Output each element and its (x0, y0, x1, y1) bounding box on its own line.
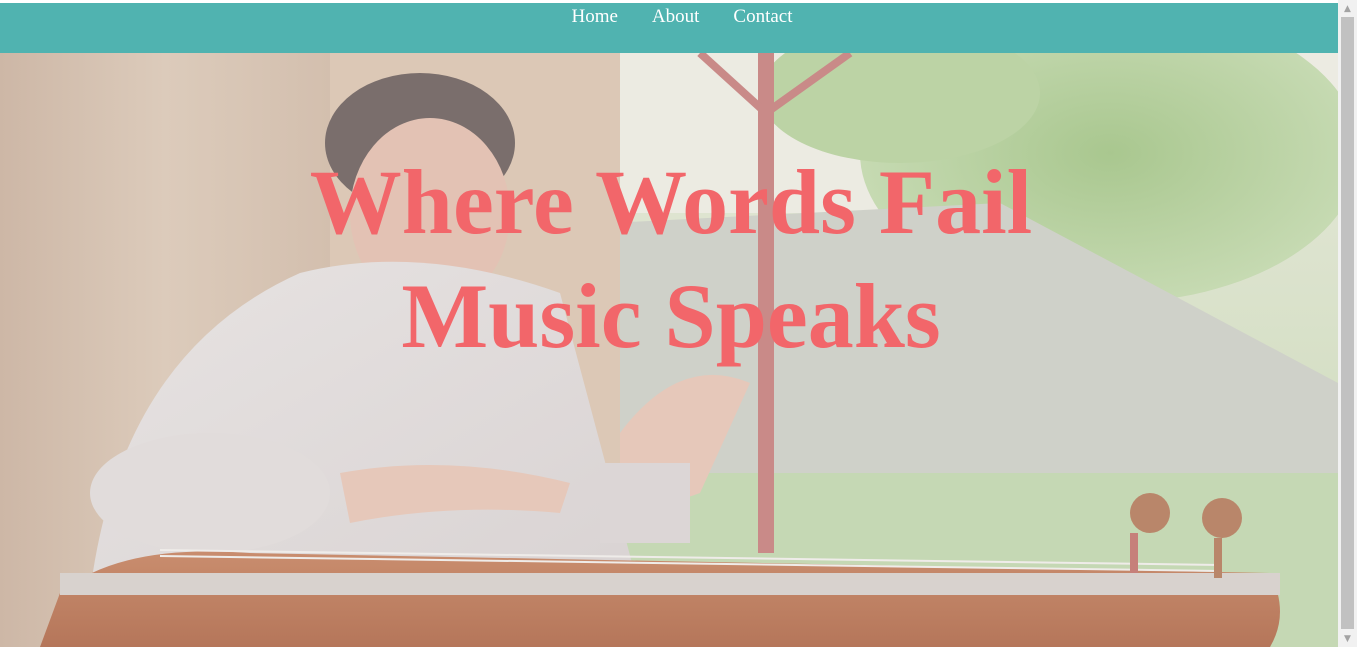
nav-links: Home About Contact (0, 3, 1338, 28)
hero-section: Where Words Fail Music Speaks (0, 53, 1338, 647)
hero-title: Where Words Fail Music Speaks (0, 145, 1338, 373)
hero-title-line-1: Where Words Fail (309, 151, 1033, 253)
nav-link-about[interactable]: About (652, 6, 700, 28)
hero-title-line-2: Music Speaks (401, 265, 941, 367)
page: Home About Contact Where Words Fail Musi… (0, 0, 1338, 647)
nav-link-home[interactable]: Home (571, 6, 617, 28)
nav-link-contact[interactable]: Contact (733, 6, 792, 28)
vertical-scrollbar[interactable]: ▲ ▼ (1338, 0, 1357, 647)
scrollbar-thumb[interactable] (1341, 17, 1354, 629)
scroll-down-arrow-icon[interactable]: ▼ (1338, 630, 1357, 647)
navbar: Home About Contact (0, 3, 1338, 53)
scroll-up-arrow-icon[interactable]: ▲ (1338, 0, 1357, 17)
